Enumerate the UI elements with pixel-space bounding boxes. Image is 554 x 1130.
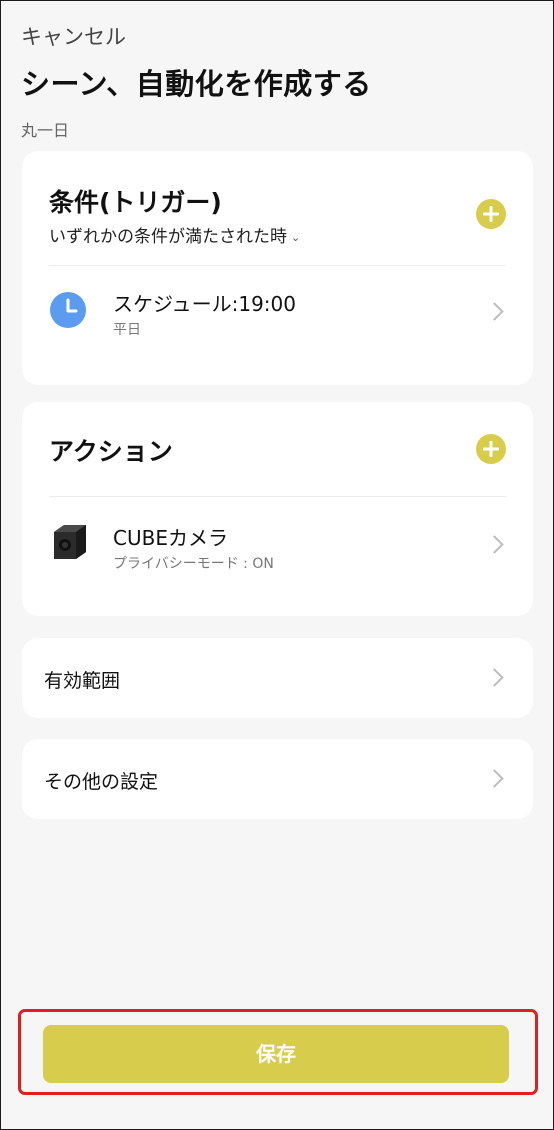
cancel-button[interactable]: キャンセル bbox=[21, 21, 126, 51]
actions-card: アクション CUBEカメラ プライバシーモード : ON bbox=[22, 402, 533, 616]
scope-label: 有効範囲 bbox=[44, 670, 121, 692]
action-item-cube-camera[interactable]: CUBEカメラ プライバシーモード : ON bbox=[22, 498, 533, 588]
condition-match-dropdown[interactable]: いずれかの条件が満たされた時 ⌄ bbox=[49, 222, 300, 247]
page-title: シーン、自動化を作成する bbox=[21, 67, 372, 101]
other-settings-row[interactable]: その他の設定 bbox=[22, 739, 533, 819]
divider bbox=[49, 265, 506, 266]
condition-item-subtitle: 平日 bbox=[113, 322, 141, 338]
add-condition-button[interactable] bbox=[476, 199, 506, 229]
scene-subtitle: 丸一日 bbox=[21, 121, 70, 140]
other-settings-label: その他の設定 bbox=[44, 771, 159, 793]
chevron-right-icon bbox=[485, 535, 504, 554]
condition-match-label: いずれかの条件が満たされた時 bbox=[49, 227, 287, 247]
scope-row[interactable]: 有効範囲 bbox=[22, 638, 533, 718]
conditions-card: 条件(トリガー) いずれかの条件が満たされた時 ⌄ スケジュール:19:00 平日 bbox=[22, 151, 533, 385]
chevron-right-icon bbox=[485, 302, 504, 321]
actions-title: アクション bbox=[49, 437, 173, 466]
action-item-title: CUBEカメラ bbox=[113, 526, 228, 550]
camera-device-icon bbox=[50, 522, 90, 566]
action-item-subtitle: プライバシーモード : ON bbox=[113, 556, 274, 572]
add-action-button[interactable] bbox=[476, 434, 506, 464]
chevron-right-icon bbox=[485, 668, 504, 687]
clock-icon bbox=[50, 292, 86, 332]
divider bbox=[49, 496, 506, 497]
save-button[interactable]: 保存 bbox=[43, 1025, 509, 1083]
chevron-right-icon bbox=[485, 769, 504, 788]
save-highlight-box: 保存 bbox=[18, 1009, 538, 1095]
conditions-title: 条件(トリガー) bbox=[49, 188, 222, 217]
condition-item-title: スケジュール:19:00 bbox=[113, 292, 296, 316]
condition-item-schedule[interactable]: スケジュール:19:00 平日 bbox=[22, 267, 533, 357]
chevron-down-icon: ⌄ bbox=[291, 230, 301, 244]
